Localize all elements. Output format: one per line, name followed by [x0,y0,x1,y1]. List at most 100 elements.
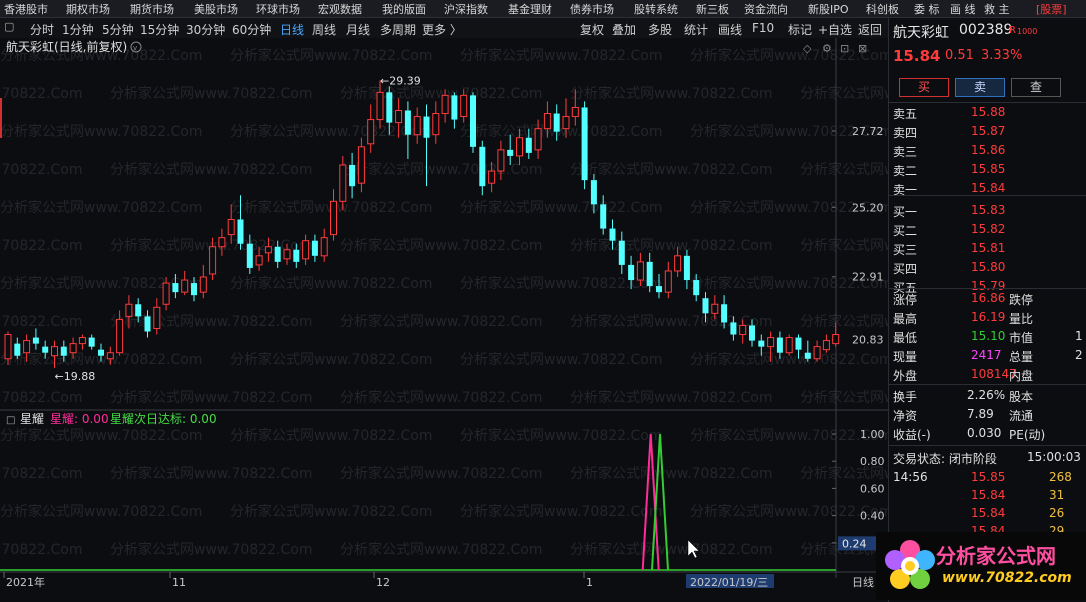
watermark-text: 分析家公式网www.70822.Com [110,161,312,178]
candle-body [488,170,496,184]
date-axis-label: 1 [586,576,593,589]
order-level-label: 卖三 [893,145,918,159]
candle-body [227,218,235,236]
query-button[interactable]: 查 [1011,78,1061,97]
candle-body [730,322,737,335]
watermark-text: 分析家公式网www.70822.Com [460,351,662,368]
watermark-text: 分析家公式网www.70822.Com [0,503,202,520]
market-tab[interactable]: 股转系统 [634,1,678,17]
expand-icon[interactable]: ▢ [4,20,14,33]
watermark-text: 分析家公式网www.70822.Com [230,427,432,444]
settings-icon[interactable]: ⚙ [822,42,832,55]
market-tab[interactable]: 期货市场 [130,1,174,17]
market-tab-bar: 香港股市 期权市场 期货市场 美股市场 环球市场 宏观数据 我的版面 沪深指数 基金理财 债券市场… [0,0,1086,18]
market-tab[interactable]: 新三板 [696,1,729,17]
maximize-icon[interactable]: ⊡ [840,42,849,55]
order-level-price: 15.85 [971,162,1006,176]
tool-button-6[interactable]: 标记 [788,21,812,38]
candle-body [395,109,403,124]
candle-body [795,337,802,350]
period-tab-9[interactable]: 多周期 [380,21,416,38]
stock-badge-number: 1000 [1017,27,1038,36]
market-tab[interactable]: [股票] [1036,1,1067,17]
indicator-box-icon[interactable]: □ [6,415,15,426]
market-tab[interactable]: 基金理财 [508,1,552,17]
watermark-text: 分析家公式网www.70822.Com [340,85,542,102]
candle-body [23,340,31,354]
candle-body [423,116,430,138]
buy-button[interactable]: 买 [899,78,949,97]
watermark-text: 分析家公式网www.70822.Com [0,161,82,178]
market-tab[interactable]: 美股市场 [194,1,238,17]
market-tab[interactable]: 画 线 [950,1,976,17]
period-tab-8[interactable]: 月线 [346,21,370,38]
watermark-text: 分析家公式网www.70822.Com [0,275,202,292]
tick-volume: 268 [1049,470,1072,484]
tool-button-4[interactable]: 画线 [718,21,742,38]
market-tab[interactable]: 沪深指数 [444,1,488,17]
market-tab[interactable]: 救 主 [984,1,1010,17]
watermark-text: 分析家公式网www.70822.Com [570,237,772,254]
stat-label: 净资 [893,409,918,423]
quote-panel: 航天彩虹 002389 R 1000 15.84 0.51 3.33% 买 卖 … [888,18,1086,602]
period-tab-10[interactable]: 更多 〉 [422,21,462,38]
watermark-text: 分析家公式网www.70822.Com [230,123,432,140]
market-tab[interactable]: 新股IPO [808,1,849,17]
candle-body [88,337,95,347]
tool-button-0[interactable]: 复权 [580,21,604,38]
market-tab[interactable]: 债券市场 [570,1,614,17]
tool-button-3[interactable]: 统计 [684,21,708,38]
candle-body [693,280,700,296]
order-level-price: 15.83 [971,203,1006,217]
market-tab[interactable]: 期权市场 [66,1,110,17]
period-tab-6[interactable]: 日线 [280,21,304,38]
indicator-name: 星耀 [20,412,44,426]
watermark-text: 分析家公式网www.70822.Com [0,123,202,140]
market-tab[interactable]: 委 标 [914,1,940,17]
candle-body [664,270,672,293]
watermark-text: 分析家公式网www.70822.Com [340,541,542,558]
stat-label: PE(动) [1009,428,1046,442]
candle-body [376,91,384,121]
market-tab[interactable]: 我的版面 [382,1,426,17]
candle-body [274,246,281,262]
tick-price: 15.85 [971,470,1006,484]
period-tab-4[interactable]: 30分钟 [186,21,225,38]
period-tab-1[interactable]: 1分钟 [62,21,94,38]
candle-body [636,261,644,281]
candle-body [60,346,67,356]
tool-button-1[interactable]: 叠加 [612,21,636,38]
watermark-text: 分析家公式网www.70822.Com [110,389,312,406]
candle-body [758,340,765,347]
candle-body [172,283,179,293]
watermark-text: 分析家公式网www.70822.Com [340,237,542,254]
market-tab[interactable]: 科创板 [866,1,899,17]
stat-label: 流通 [1009,409,1034,423]
market-tab[interactable]: 环球市场 [256,1,300,17]
tool-button-5[interactable]: F10 [752,21,774,35]
period-tab-5[interactable]: 60分钟 [232,21,271,38]
period-tab-3[interactable]: 15分钟 [140,21,179,38]
kline-chart[interactable]: 分析家公式网www.70822.Com 分析家公式网www.70822.Com 分析… [0,38,888,602]
period-tab-7[interactable]: 周线 [312,21,336,38]
candle-body [785,337,793,354]
stat-label: 跌停 [1009,293,1034,307]
period-tab-2[interactable]: 5分钟 [102,21,134,38]
candle-body [4,334,12,360]
market-tab[interactable]: 香港股市 [4,1,48,17]
candle-body [525,137,532,153]
order-level-price: 15.81 [971,241,1006,255]
period-tab-0[interactable]: 分时 [30,21,54,38]
market-tab[interactable]: 资金流向 [744,1,788,17]
tool-button-7[interactable]: +自选 [818,21,852,38]
tool-button-2[interactable]: 多股 [648,21,672,38]
sell-button[interactable]: 卖 [955,78,1005,97]
candle-body [516,137,523,157]
candle-body [191,283,197,296]
market-tab[interactable]: 宏观数据 [318,1,362,17]
candle-body [283,249,291,260]
candle-body [600,204,607,229]
diamond-icon[interactable]: ◇ [803,42,812,55]
close-icon[interactable]: ⊠ [858,42,867,55]
tool-button-8[interactable]: 返回 [858,21,882,38]
